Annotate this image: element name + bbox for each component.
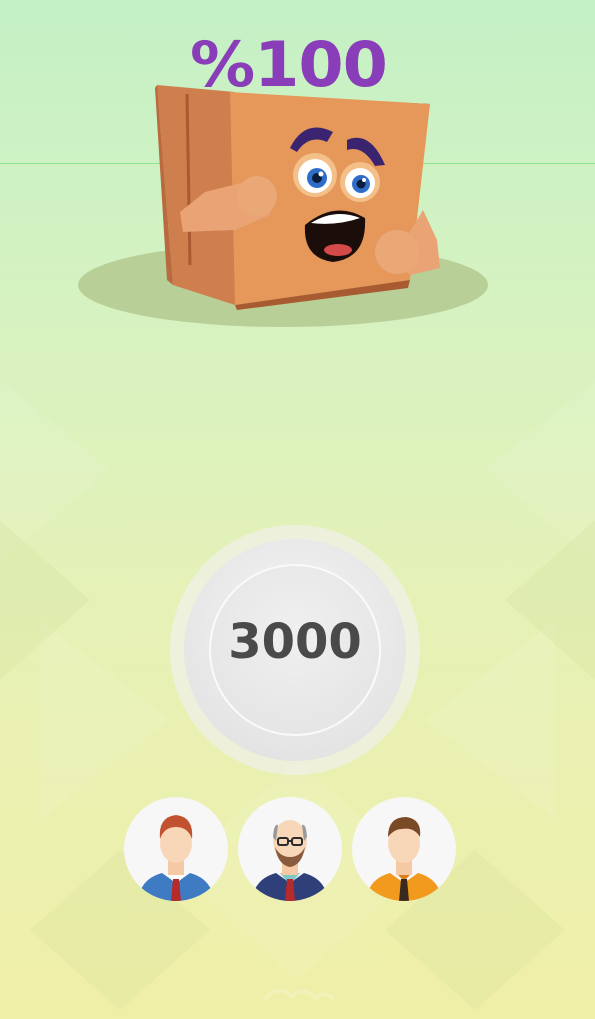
counter-value: 3000 [228,614,362,670]
player-avatar-2[interactable] [238,797,342,901]
man-orange-shirt-icon [366,817,442,901]
businessman-red-tie-icon [138,815,214,901]
box-mascot-image [78,85,488,327]
player-avatar-1[interactable] [124,797,228,901]
player-avatar-3[interactable] [352,797,456,901]
bald-bearded-man-icon [252,820,328,901]
percent-label: %100 [190,28,388,101]
watermark-logo [264,988,334,1001]
